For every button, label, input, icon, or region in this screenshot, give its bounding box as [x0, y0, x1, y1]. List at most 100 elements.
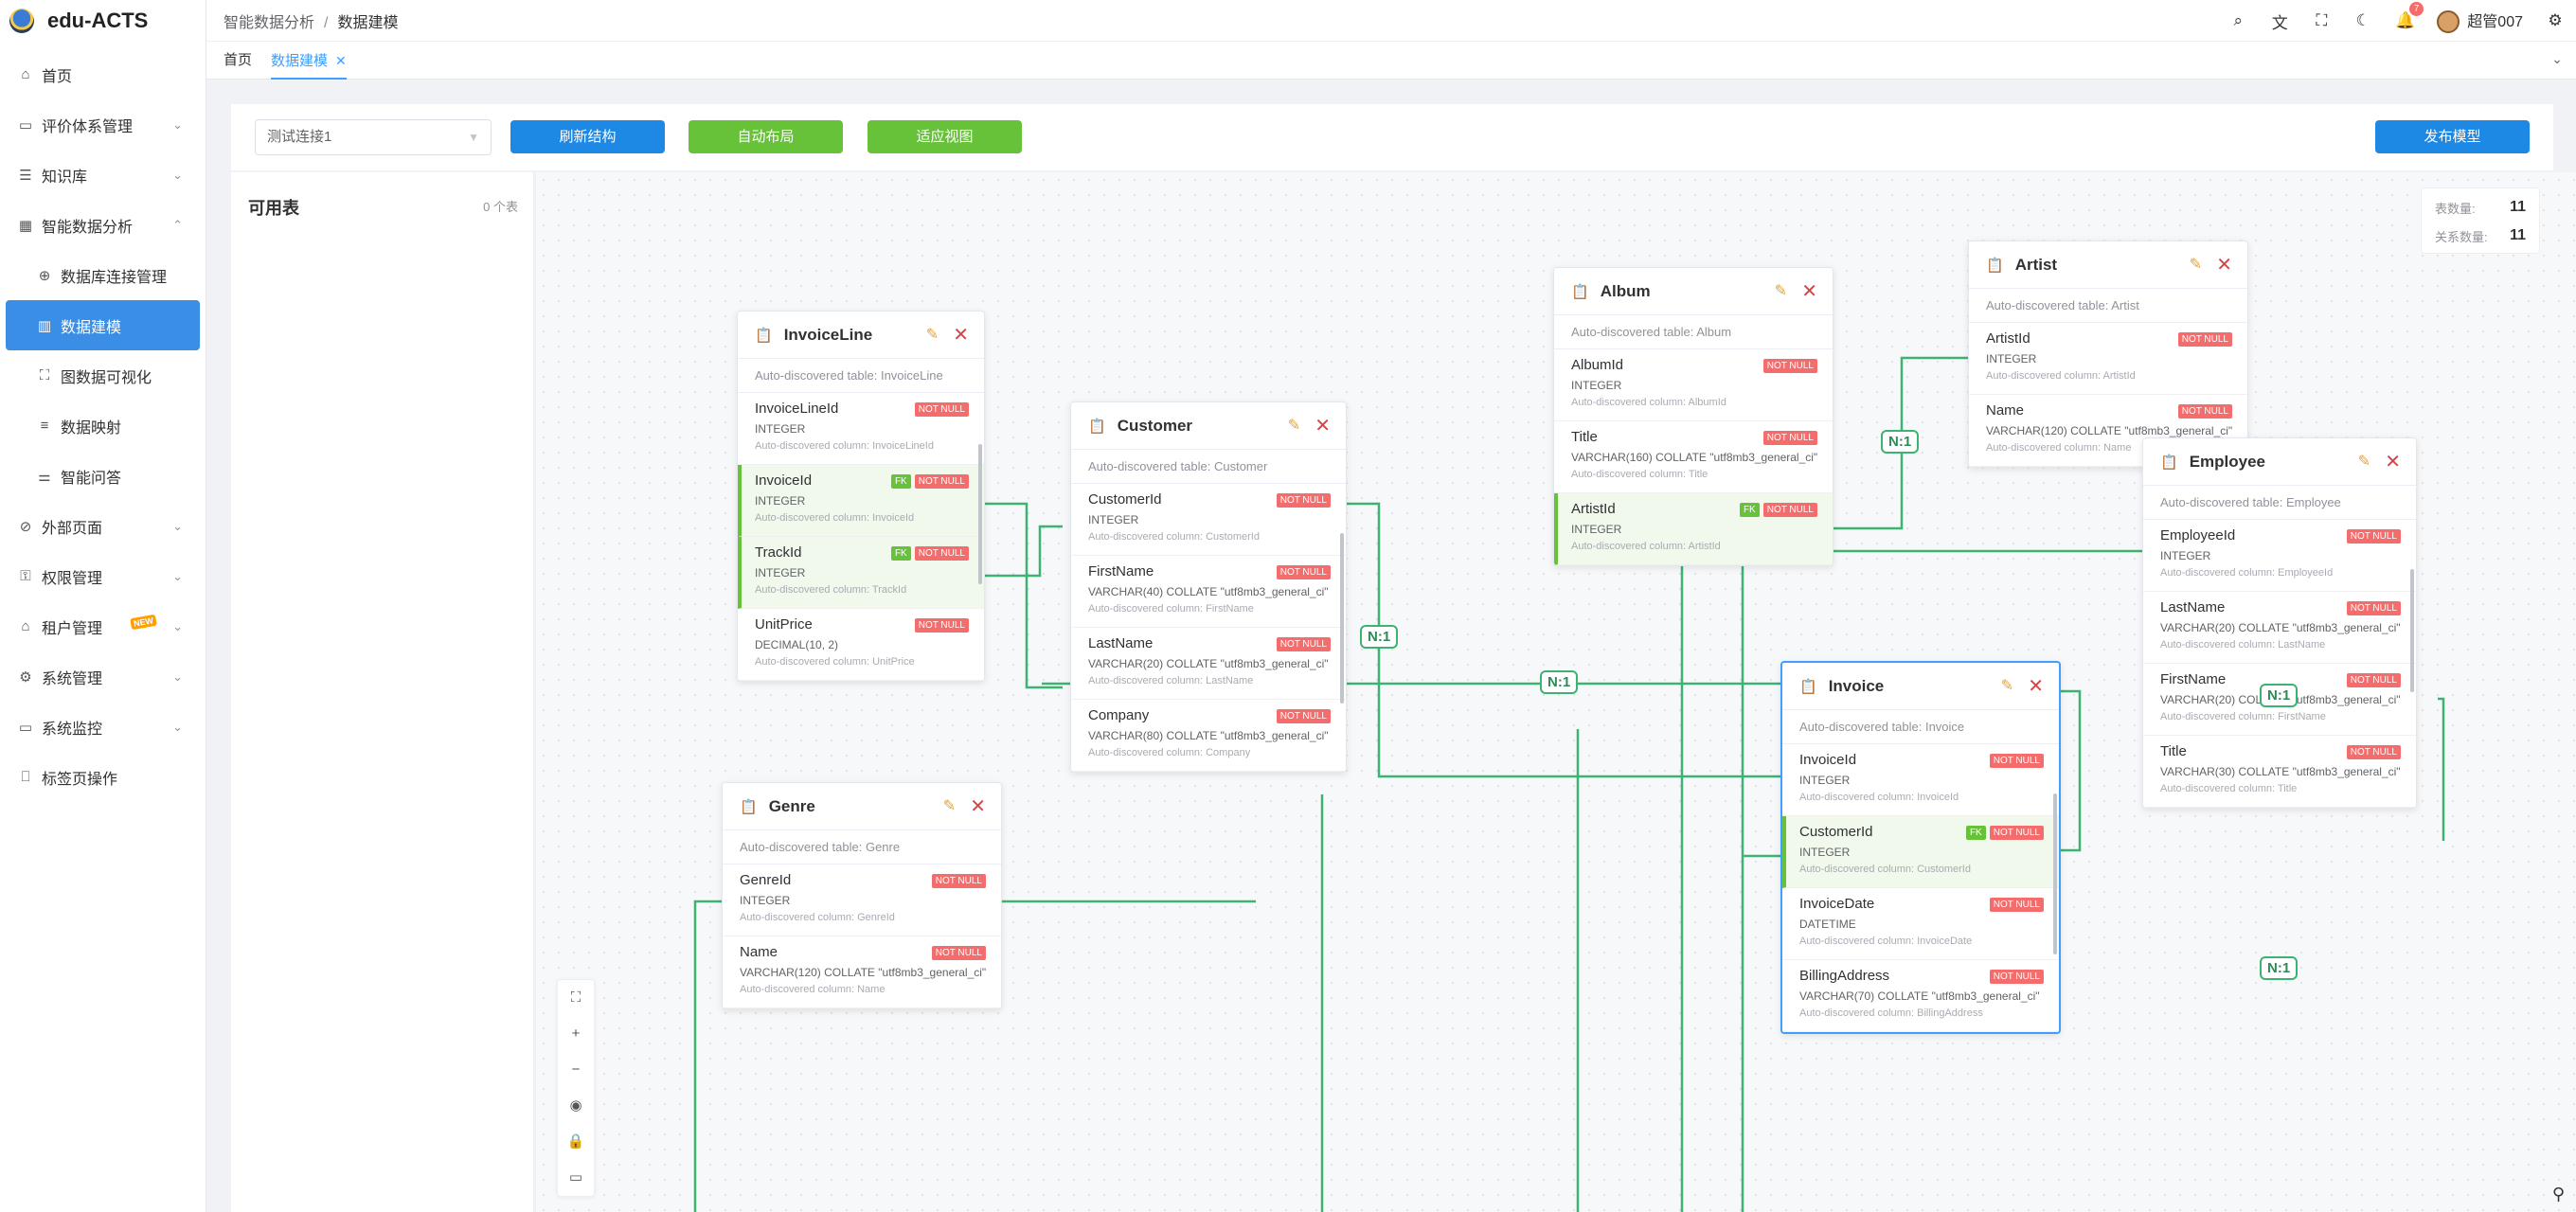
brand[interactable]: edu-ACTS [0, 0, 206, 42]
sidebar-item[interactable]: ▦ 智能数据分析 ⌃ [0, 200, 206, 250]
edit-icon[interactable]: ✎ [1775, 281, 1787, 300]
close-icon[interactable]: ✕ [1801, 279, 1817, 303]
table-card-header[interactable]: 📋 Invoice ✎ ✕ [1782, 663, 2059, 710]
scrollbar[interactable] [2410, 569, 2414, 692]
column-row[interactable]: InvoiceId INTEGER Auto-discovered column: … [1782, 744, 2059, 816]
table-card-header[interactable]: 📋 Customer ✎ ✕ [1071, 402, 1346, 450]
table-card[interactable]: 📋 Album ✎ ✕ Auto-discovered table: Album Albu… [1553, 267, 1834, 566]
close-icon[interactable]: ✕ [2028, 674, 2044, 698]
column-row[interactable]: FirstName VARCHAR(40) COLLATE "utf8mb3_ge… [1071, 556, 1346, 628]
zoom-out-icon[interactable]: − [558, 1052, 594, 1088]
sidebar-item[interactable]: ▭ 评价体系管理 ⌄ [0, 99, 206, 150]
column-row[interactable]: LastName VARCHAR(20) COLLATE "utf8mb3_gen… [1071, 628, 1346, 700]
table-card-header[interactable]: 📋 InvoiceLine ✎ ✕ [738, 312, 984, 359]
sidebar-item[interactable]: ⚙ 系统管理 ⌄ [0, 651, 206, 702]
column-row[interactable]: LastName VARCHAR(20) COLLATE "utf8mb3_gen… [2143, 592, 2416, 664]
chevron-icon[interactable]: ⌄ [172, 519, 183, 534]
sidebar-item[interactable]: ⛶ 图数据可视化 [0, 350, 206, 401]
chevron-icon[interactable]: ⌄ [172, 569, 183, 584]
column-row[interactable]: CustomerId INTEGER Auto-discovered column:… [1782, 816, 2059, 888]
relation-label[interactable]: N:1 [1881, 430, 1920, 454]
column-row[interactable]: AlbumId INTEGER Auto-discovered column: Al… [1554, 349, 1833, 421]
close-icon[interactable]: ✕ [1315, 414, 1331, 437]
column-row[interactable]: Company VARCHAR(80) COLLATE "utf8mb3_gene… [1071, 700, 1346, 772]
fit-screen-icon[interactable]: ⛶ [558, 980, 594, 1016]
breadcrumb-item[interactable]: 智能数据分析 [224, 15, 314, 31]
table-card[interactable]: 📋 Genre ✎ ✕ Auto-discovered table: Genre Genr… [722, 782, 1002, 1009]
column-row[interactable]: InvoiceDate DATETIME Auto-discovered colum… [1782, 888, 2059, 960]
table-card-header[interactable]: 📋 Employee ✎ ✕ [2143, 438, 2416, 486]
refresh-structure-button[interactable]: 刷新结构 [510, 120, 665, 153]
sidebar-item[interactable]: ☰ 知识库 ⌄ [0, 150, 206, 200]
column-row[interactable]: Name VARCHAR(120) COLLATE "utf8mb3_genera… [723, 936, 1001, 1008]
sidebar-item[interactable]: ≡ 数据映射 [0, 401, 206, 451]
sidebar-item[interactable]: ⚌ 智能问答 [0, 451, 206, 501]
relation-label[interactable]: N:1 [2260, 684, 2299, 707]
center-icon[interactable]: ◉ [558, 1088, 594, 1124]
table-card[interactable]: 📋 InvoiceLine ✎ ✕ Auto-discovered table: Inv… [737, 311, 985, 682]
close-icon[interactable]: ✕ [953, 323, 969, 347]
column-row[interactable]: ArtistId INTEGER Auto-discovered column: A… [1969, 323, 2247, 395]
edit-icon[interactable]: ✎ [2190, 255, 2202, 274]
table-card[interactable]: 📋 Employee ✎ ✕ Auto-discovered table: Employ… [2142, 437, 2417, 809]
edit-icon[interactable]: ✎ [2358, 452, 2370, 471]
tab-home[interactable]: 首页 [224, 42, 252, 80]
connection-select[interactable]: 测试连接1 ▼ [255, 119, 492, 155]
search-icon[interactable]: ⌕ [2228, 11, 2247, 30]
column-row[interactable]: Title VARCHAR(160) COLLATE "utf8mb3_gener… [1554, 421, 1833, 493]
tab-data-modeling[interactable]: 数据建模 ✕ [271, 42, 347, 80]
model-canvas[interactable]: 表数量: 11 关系数量: 11 📋 InvoiceLine ✎ ✕ Auto-discov… [536, 172, 2576, 1212]
settings-icon[interactable]: ⚙ [2546, 11, 2565, 30]
chevron-icon[interactable]: ⌄ [172, 168, 183, 183]
relation-label[interactable]: N:1 [1360, 625, 1399, 649]
relation-label[interactable]: N:1 [1540, 670, 1579, 694]
column-row[interactable]: BillingAddress VARCHAR(70) COLLATE "utf8m… [1782, 960, 2059, 1032]
minimap-icon[interactable]: ▭ [558, 1160, 594, 1196]
user-menu[interactable]: 超管007 [2437, 9, 2523, 34]
sidebar-item[interactable]: ⎕ 标签页操作 [0, 752, 206, 802]
sidebar-item[interactable]: ⊘ 外部页面 ⌄ [0, 501, 206, 551]
zoom-in-icon[interactable]: + [558, 1016, 594, 1052]
scrollbar[interactable] [2053, 793, 2057, 954]
table-card[interactable]: 📋 Artist ✎ ✕ Auto-discovered table: Artist Ar… [1968, 241, 2248, 468]
column-row[interactable]: ArtistId INTEGER Auto-discovered column: A… [1554, 493, 1833, 565]
chevron-down-icon[interactable]: ⌄ [2551, 51, 2563, 67]
column-row[interactable]: TrackId INTEGER Auto-discovered column: Tr… [738, 537, 984, 609]
chevron-icon[interactable]: ⌄ [172, 669, 183, 685]
table-card-header[interactable]: 📋 Artist ✎ ✕ [1969, 241, 2247, 289]
bell-icon[interactable]: 🔔 7 [2395, 2, 2424, 30]
chevron-icon[interactable]: ⌃ [172, 218, 183, 233]
column-row[interactable]: Title VARCHAR(30) COLLATE "utf8mb3_genera… [2143, 736, 2416, 808]
fit-view-button[interactable]: 适应视图 [868, 120, 1022, 153]
publish-model-button[interactable]: 发布模型 [2375, 120, 2530, 153]
chevron-icon[interactable]: ⌄ [172, 720, 183, 735]
edit-icon[interactable]: ✎ [1288, 416, 1300, 435]
chevron-icon[interactable]: ⌄ [172, 117, 183, 133]
table-card[interactable]: 📋 Customer ✎ ✕ Auto-discovered table: Custom… [1070, 401, 1347, 773]
sidebar-item[interactable]: ▥ 数据建模 [6, 300, 200, 350]
close-icon[interactable]: ✕ [970, 794, 986, 818]
sidebar-item[interactable]: ▭ 系统监控 ⌄ [0, 702, 206, 752]
column-row[interactable]: CustomerId INTEGER Auto-discovered column:… [1071, 484, 1346, 556]
translate-icon[interactable]: 文 [2270, 9, 2289, 33]
sidebar-item[interactable]: ⌂ 首页 [0, 49, 206, 99]
sidebar-item[interactable]: ⌂ 租户管理 NEW ⌄ [0, 601, 206, 651]
edit-icon[interactable]: ✎ [943, 796, 956, 815]
table-card-header[interactable]: 📋 Album ✎ ✕ [1554, 268, 1833, 315]
column-row[interactable]: GenreId INTEGER Auto-discovered column: Ge… [723, 864, 1001, 936]
edit-icon[interactable]: ✎ [926, 325, 939, 344]
relation-label[interactable]: N:1 [2260, 956, 2299, 980]
auto-layout-button[interactable]: 自动布局 [689, 120, 843, 153]
edit-icon[interactable]: ✎ [2001, 676, 2013, 695]
sidebar-item[interactable]: ⚿ 权限管理 ⌄ [0, 551, 206, 601]
fullscreen-icon[interactable]: ⛶ [2312, 11, 2331, 30]
close-icon[interactable]: ✕ [2216, 253, 2232, 276]
sidebar-item[interactable]: ⊕ 数据库连接管理 [0, 250, 206, 300]
table-card[interactable]: 📋 Invoice ✎ ✕ Auto-discovered table: Invoice… [1780, 661, 2061, 1034]
column-row[interactable]: InvoiceLineId INTEGER Auto-discovered colu… [738, 393, 984, 465]
scrollbar[interactable] [1340, 533, 1344, 704]
close-icon[interactable]: ✕ [335, 53, 347, 68]
column-row[interactable]: InvoiceId INTEGER Auto-discovered column: … [738, 465, 984, 537]
close-icon[interactable]: ✕ [2385, 450, 2401, 473]
lock-icon[interactable]: 🔒 [558, 1124, 594, 1160]
